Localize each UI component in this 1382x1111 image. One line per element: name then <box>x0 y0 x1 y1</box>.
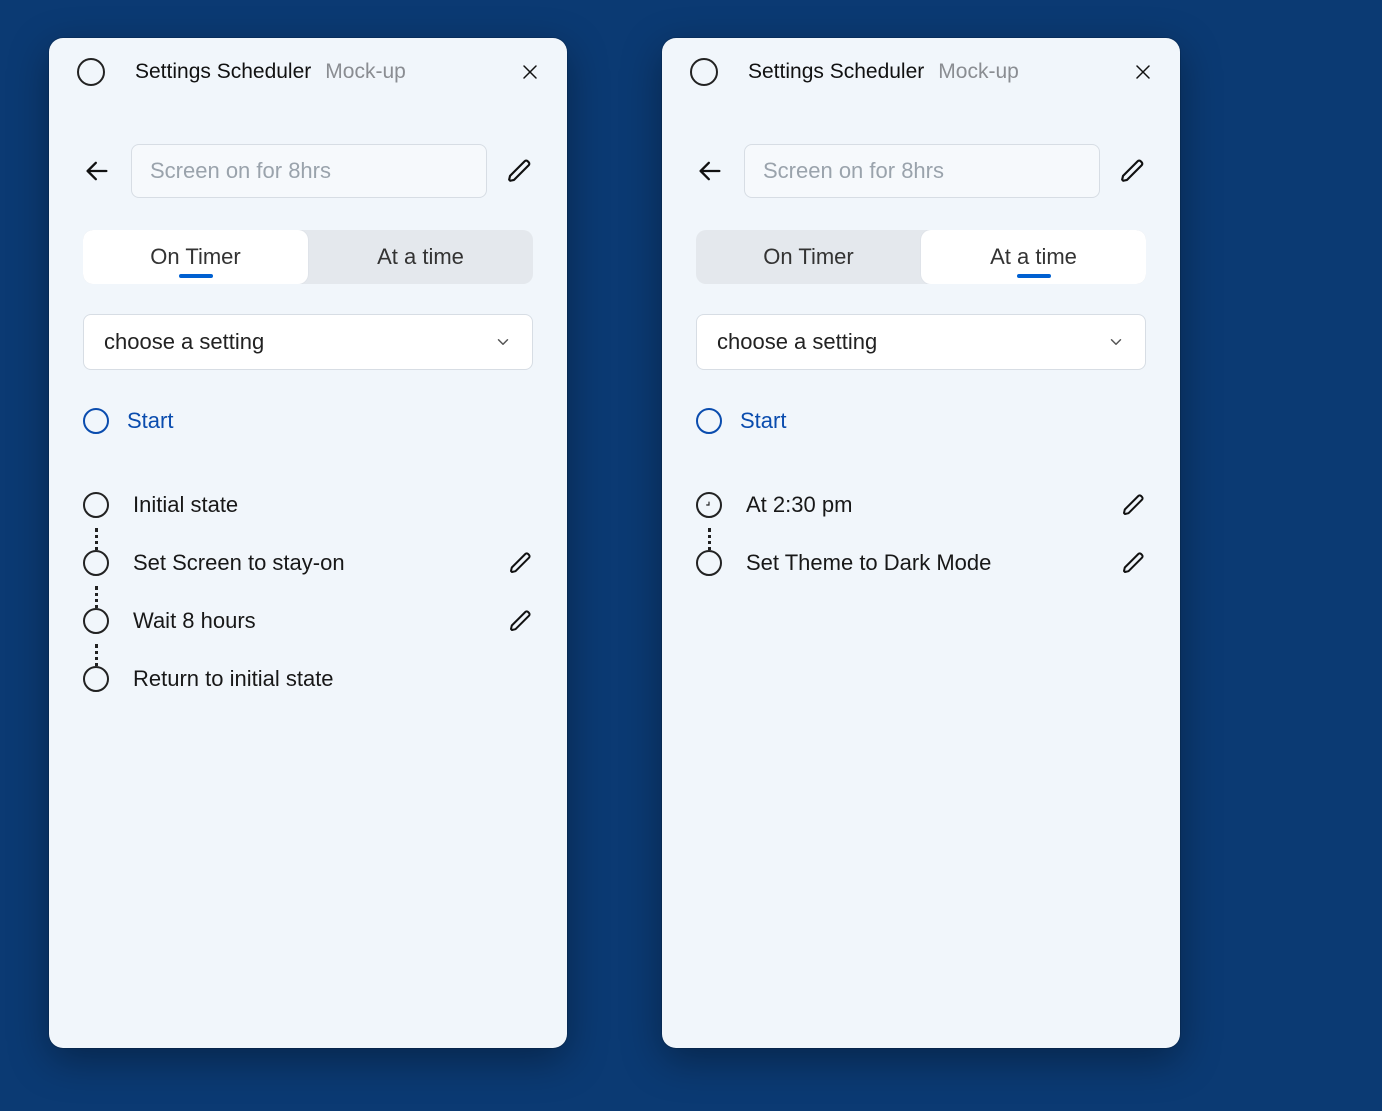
edit-icon[interactable] <box>509 551 533 575</box>
step-label: Return to initial state <box>133 666 533 692</box>
app-icon <box>690 58 718 86</box>
step-node-icon <box>83 608 109 634</box>
mode-tabs: On Timer At a time <box>83 230 533 284</box>
app-title: Settings Scheduler <box>135 60 311 84</box>
tab-label: On Timer <box>150 244 240 270</box>
title-bar: Settings Scheduler Mock-up <box>662 38 1180 106</box>
back-arrow-icon[interactable] <box>83 157 111 185</box>
close-icon[interactable] <box>521 63 539 81</box>
step-node-icon <box>83 492 109 518</box>
setting-dropdown[interactable]: choose a setting <box>83 314 533 370</box>
chevron-down-icon <box>494 333 512 351</box>
title-bar: Settings Scheduler Mock-up <box>49 38 567 106</box>
start-button[interactable]: Start <box>83 408 533 434</box>
app-icon <box>77 58 105 86</box>
start-button[interactable]: Start <box>696 408 1146 434</box>
close-icon[interactable] <box>1134 63 1152 81</box>
panel-on-timer: Settings Scheduler Mock-up On Timer At a… <box>49 38 567 1048</box>
edit-icon[interactable] <box>1122 493 1146 517</box>
play-circle-icon <box>83 408 109 434</box>
step-row: Return to initial state <box>83 650 533 708</box>
step-label: Set Theme to Dark Mode <box>746 550 1122 576</box>
edit-icon[interactable] <box>1122 551 1146 575</box>
step-node-icon <box>696 550 722 576</box>
routine-steps: At 2:30 pm Set Theme to Dark Mode <box>696 476 1146 592</box>
tab-label: On Timer <box>763 244 853 270</box>
edit-icon[interactable] <box>1120 158 1146 184</box>
step-row: Set Theme to Dark Mode <box>696 534 1146 592</box>
routine-name-input[interactable] <box>744 144 1100 198</box>
edit-icon[interactable] <box>509 609 533 633</box>
app-subtitle: Mock-up <box>938 60 1019 84</box>
routine-steps: Initial state Set Screen to stay-on Wait… <box>83 476 533 708</box>
start-label: Start <box>740 408 786 434</box>
panel-at-a-time: Settings Scheduler Mock-up On Timer At a… <box>662 38 1180 1048</box>
play-circle-icon <box>696 408 722 434</box>
chevron-down-icon <box>1107 333 1125 351</box>
clock-icon <box>696 492 722 518</box>
step-node-icon <box>83 550 109 576</box>
step-label: Initial state <box>133 492 533 518</box>
app-subtitle: Mock-up <box>325 60 406 84</box>
tab-at-a-time[interactable]: At a time <box>308 230 533 284</box>
routine-name-row <box>696 144 1146 198</box>
tab-label: At a time <box>990 244 1077 270</box>
start-label: Start <box>127 408 173 434</box>
back-arrow-icon[interactable] <box>696 157 724 185</box>
tab-at-a-time[interactable]: At a time <box>921 230 1146 284</box>
setting-dropdown[interactable]: choose a setting <box>696 314 1146 370</box>
step-label: Wait 8 hours <box>133 608 509 634</box>
mode-tabs: On Timer At a time <box>696 230 1146 284</box>
app-title: Settings Scheduler <box>748 60 924 84</box>
routine-name-row <box>83 144 533 198</box>
step-row: At 2:30 pm <box>696 476 1146 534</box>
step-label: At 2:30 pm <box>746 492 1122 518</box>
dropdown-label: choose a setting <box>717 329 1107 355</box>
routine-name-input[interactable] <box>131 144 487 198</box>
edit-icon[interactable] <box>507 158 533 184</box>
step-node-icon <box>83 666 109 692</box>
step-row: Set Screen to stay-on <box>83 534 533 592</box>
tab-label: At a time <box>377 244 464 270</box>
tab-on-timer[interactable]: On Timer <box>83 230 308 284</box>
step-row: Initial state <box>83 476 533 534</box>
tab-on-timer[interactable]: On Timer <box>696 230 921 284</box>
step-row: Wait 8 hours <box>83 592 533 650</box>
dropdown-label: choose a setting <box>104 329 494 355</box>
step-label: Set Screen to stay-on <box>133 550 509 576</box>
